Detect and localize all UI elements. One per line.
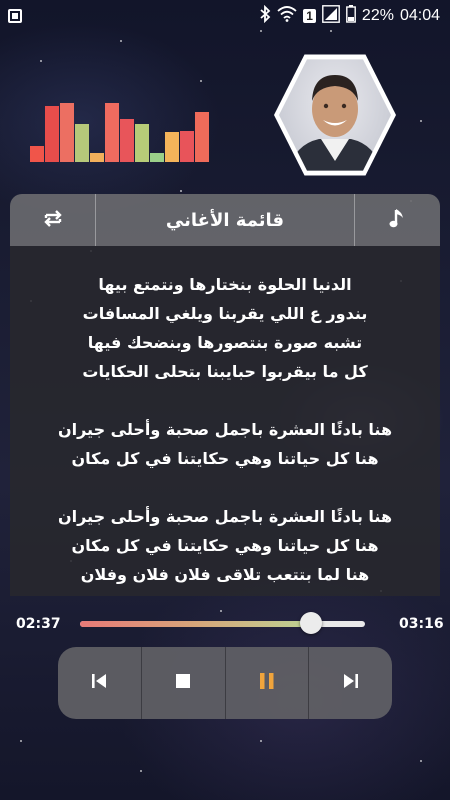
equalizer-bar	[105, 103, 119, 162]
seek-thumb[interactable]	[299, 612, 322, 634]
lyrics-panel: الدنيا الحلوة بنختارها ونتمتع بيها بندور…	[10, 246, 440, 596]
signal-icon	[322, 4, 340, 28]
battery-icon	[346, 4, 356, 28]
status-bar: 1 22% 04:04	[0, 0, 450, 32]
lyric-line: كل ما بيقربوا حبايبنا بتحلى الحكايات	[82, 362, 368, 381]
equalizer-bar	[150, 153, 164, 162]
clock: 04:04	[399, 7, 440, 24]
stop-button[interactable]	[142, 647, 226, 719]
lyric-line: بندور ع اللي يقربنا ويلغي المسافات	[82, 304, 368, 323]
lyric-line: هنا كل حياتنا وهي حكايتنا في كل مكان	[71, 449, 379, 468]
lyric-line: تشبه صورة بنتصورها وبنضحك فيها	[87, 333, 363, 352]
equalizer-bar	[90, 153, 104, 162]
repeat-icon	[41, 206, 65, 234]
current-time: 02:37	[16, 616, 61, 632]
music-note-icon	[388, 206, 408, 234]
next-icon	[342, 672, 360, 694]
equalizer-bar	[195, 112, 209, 162]
seek-bar-progress	[80, 621, 311, 627]
stop-icon	[175, 673, 191, 693]
previous-button[interactable]	[58, 647, 142, 719]
lyric-line: هنا بادئًا العشرة باجمل صحبة وأحلى جيران	[57, 507, 393, 526]
lyric-line: هنا كل حياتنا وهي حكايتنا في كل مكان	[71, 536, 379, 555]
artist-avatar[interactable]	[274, 54, 396, 176]
equalizer-bar	[165, 132, 179, 162]
equalizer-bar	[135, 124, 149, 162]
lyric-line: هنا بادئًا العشرة باجمل صحبة وأحلى جيران	[57, 420, 393, 439]
previous-icon	[90, 672, 108, 694]
sim-badge: 1	[303, 9, 316, 23]
lyric-line: الدنيا الحلوة بنختارها ونتمتع بيها	[98, 275, 352, 294]
seek-bar[interactable]	[80, 612, 365, 634]
next-button[interactable]	[309, 647, 392, 719]
battery-percent: 22%	[361, 7, 394, 24]
total-time: 03:16	[399, 616, 444, 632]
notification-icon	[8, 9, 22, 23]
equalizer-bar	[30, 146, 44, 162]
music-button[interactable]	[354, 194, 440, 246]
lyric-line: هنا لما بتتعب تلاقى فلان فلان وفلان	[80, 565, 370, 584]
pause-button[interactable]	[226, 647, 310, 719]
playlist-header: قائمة الأغاني	[10, 194, 440, 246]
wifi-icon	[277, 5, 297, 27]
equalizer-bar	[180, 131, 194, 162]
equalizer-bar	[45, 106, 59, 162]
equalizer-bar	[60, 103, 74, 162]
equalizer-bar	[120, 119, 134, 162]
repeat-button[interactable]	[10, 194, 96, 246]
bluetooth-icon	[259, 4, 271, 28]
equalizer-visualizer	[30, 100, 209, 162]
lyric-line	[10, 473, 440, 502]
pause-icon	[258, 671, 276, 695]
equalizer-bar	[75, 124, 89, 162]
playlist-title: قائمة الأغاني	[165, 209, 285, 231]
playback-controls	[58, 647, 392, 719]
lyric-line	[10, 386, 440, 415]
artist-photo	[279, 59, 391, 171]
